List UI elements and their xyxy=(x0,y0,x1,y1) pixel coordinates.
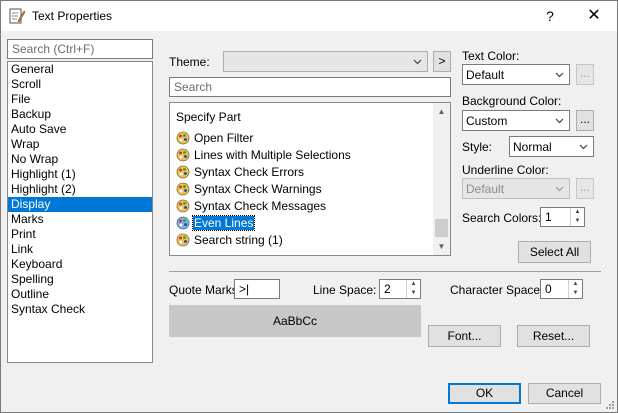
separator-line xyxy=(169,271,601,272)
spinner-arrows-icon[interactable]: ▲ ▼ xyxy=(568,280,582,298)
scroll-down-arrow-icon[interactable]: ▼ xyxy=(433,238,450,255)
palette-icon xyxy=(176,131,190,145)
category-item[interactable]: Marks xyxy=(8,212,152,227)
palette-icon xyxy=(176,216,190,230)
scroll-up-arrow-icon[interactable]: ▲ xyxy=(433,103,450,120)
search-colors-label: Search Colors: xyxy=(462,211,542,225)
underline-color-browse-button[interactable]: ... xyxy=(576,178,594,199)
scroll-thumb[interactable] xyxy=(435,219,448,237)
style-label: Style: xyxy=(462,140,493,154)
quote-marks-label: Quote Marks: xyxy=(169,283,242,297)
character-space-label: Character Space: xyxy=(450,283,544,297)
style-value: Normal xyxy=(513,140,552,154)
chevron-down-icon xyxy=(413,59,422,65)
cancel-button[interactable]: Cancel xyxy=(528,383,601,404)
reset-button[interactable]: Reset... xyxy=(517,325,590,347)
category-item[interactable]: Backup xyxy=(8,107,152,122)
chevron-down-icon xyxy=(579,144,588,150)
category-item[interactable]: Auto Save xyxy=(8,122,152,137)
text-color-value: Default xyxy=(466,68,505,82)
palette-icon xyxy=(176,182,190,196)
search-colors-value: 1 xyxy=(545,210,552,224)
chevron-down-icon xyxy=(555,72,564,78)
palette-icon xyxy=(176,233,190,247)
category-item[interactable]: Highlight (2) xyxy=(8,182,152,197)
chevron-down-icon xyxy=(555,118,564,124)
character-space-spinner[interactable]: 0 ▲ ▼ xyxy=(540,279,583,299)
palette-icon xyxy=(176,165,190,179)
font-preview: AaBbCc xyxy=(169,305,421,337)
background-color-combo[interactable]: Custom xyxy=(462,110,570,131)
category-item[interactable]: General xyxy=(8,62,152,77)
part-list-scrollbar[interactable]: ▲ ▼ xyxy=(433,103,450,255)
category-list[interactable]: General Scroll File Backup Auto Save Wrap No W… xyxy=(7,61,153,363)
style-combo[interactable]: Normal xyxy=(509,136,594,157)
background-color-value: Custom xyxy=(466,114,508,128)
character-space-value: 0 xyxy=(545,282,552,296)
category-item[interactable]: Scroll xyxy=(8,77,152,92)
theme-combo[interactable] xyxy=(223,51,428,72)
notepad-pen-icon xyxy=(9,8,25,24)
search-colors-spinner[interactable]: 1 ▲ ▼ xyxy=(540,207,585,227)
category-item[interactable]: Spelling xyxy=(8,272,152,287)
background-color-label: Background Color: xyxy=(462,94,562,108)
part-item-label: Open Filter xyxy=(194,131,254,145)
category-item[interactable]: Outline xyxy=(8,287,152,302)
line-space-value: 2 xyxy=(384,282,391,296)
part-item-label: Search string (1) xyxy=(194,233,283,247)
category-item[interactable]: Link xyxy=(8,242,152,257)
theme-next-button[interactable]: > xyxy=(433,51,451,72)
category-search-input[interactable]: Search (Ctrl+F) xyxy=(7,39,153,59)
category-item[interactable]: Keyboard xyxy=(8,257,152,272)
underline-color-combo[interactable]: Default xyxy=(462,178,570,199)
palette-icon xyxy=(176,148,190,162)
category-item[interactable]: Wrap xyxy=(8,137,152,152)
line-space-label: Line Space: xyxy=(313,283,377,297)
category-item[interactable]: File xyxy=(8,92,152,107)
quote-marks-input[interactable]: >| xyxy=(234,279,280,299)
part-item-label: Syntax Check Errors xyxy=(194,165,305,179)
category-item[interactable]: Display xyxy=(8,197,152,212)
category-item[interactable]: Syntax Check xyxy=(8,302,152,317)
chevron-down-icon xyxy=(555,186,564,192)
window-title: Text Properties xyxy=(32,9,113,23)
close-button[interactable]: ✕ xyxy=(579,2,609,30)
part-item-label: Even Lines xyxy=(191,215,256,231)
part-list-header: Specify Part xyxy=(176,110,241,124)
text-color-label: Text Color: xyxy=(462,49,520,63)
ok-button[interactable]: OK xyxy=(448,383,521,404)
category-item[interactable]: Highlight (1) xyxy=(8,167,152,182)
help-button[interactable]: ? xyxy=(535,2,565,30)
underline-color-label: Underline Color: xyxy=(462,163,549,177)
theme-label: Theme: xyxy=(169,55,210,69)
line-space-spinner[interactable]: 2 ▲ ▼ xyxy=(379,279,421,299)
category-item[interactable]: No Wrap xyxy=(8,152,152,167)
background-color-browse-button[interactable]: ... xyxy=(576,110,594,131)
category-item[interactable]: Print xyxy=(8,227,152,242)
spinner-arrows-icon[interactable]: ▲ ▼ xyxy=(570,208,584,226)
part-search-input[interactable]: Search xyxy=(169,77,451,97)
part-item-label: Syntax Check Warnings xyxy=(194,182,322,196)
part-list[interactable]: Specify Part Open Filter Lines with Multi… xyxy=(169,102,451,256)
underline-color-value: Default xyxy=(466,182,505,196)
palette-icon xyxy=(176,199,190,213)
resize-grip-icon[interactable] xyxy=(605,400,615,410)
font-button[interactable]: Font... xyxy=(428,325,501,347)
title-bar: Text Properties ? ✕ xyxy=(1,1,617,31)
text-color-browse-button[interactable]: ... xyxy=(576,64,594,85)
text-color-combo[interactable]: Default xyxy=(462,64,570,85)
select-all-button[interactable]: Select All xyxy=(518,241,591,263)
spinner-arrows-icon[interactable]: ▲ ▼ xyxy=(406,280,420,298)
part-item-label: Lines with Multiple Selections xyxy=(194,148,351,162)
part-item-label: Syntax Check Messages xyxy=(194,199,327,213)
